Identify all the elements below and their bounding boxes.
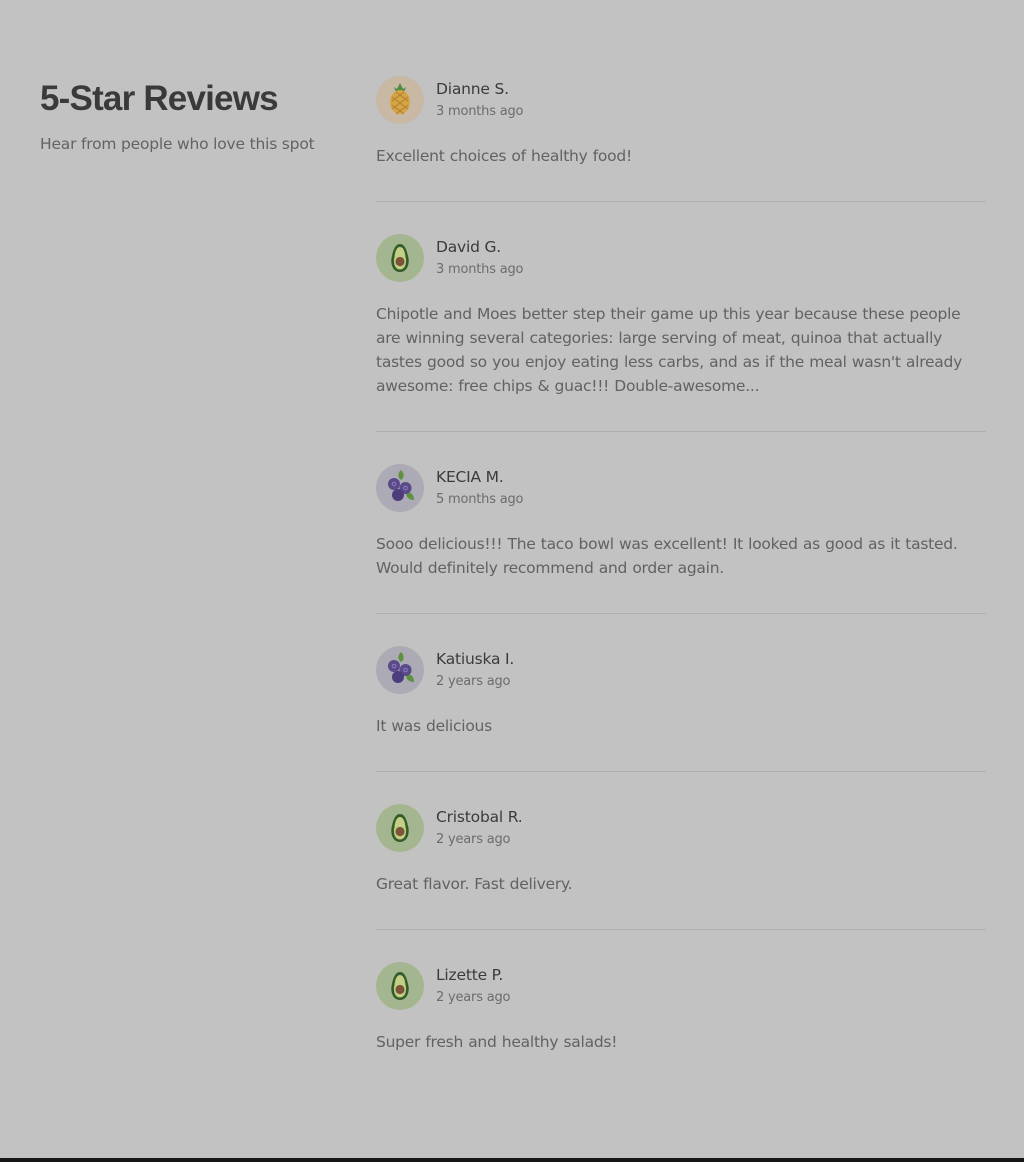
reviews-page: 5-Star Reviews Hear from people who love… <box>0 0 1024 1158</box>
review-text: Great flavor. Fast delivery. <box>376 875 573 893</box>
review-date: 2 years ago <box>436 990 511 1005</box>
review-item: David G. 3 months ago Chipotle and Moes … <box>376 234 986 432</box>
avocado-icon <box>376 234 424 282</box>
review-date: 2 years ago <box>436 832 511 847</box>
review-text: It was delicious <box>376 717 492 735</box>
section-title: 5-Star Reviews <box>40 79 279 118</box>
reviewer-name: Dianne S. <box>436 80 509 98</box>
review-text: Super fresh and healthy salads! <box>376 1033 618 1051</box>
bottom-edge-bar <box>0 1158 1024 1162</box>
review-item: KECIA M. 5 months ago Sooo delicious!!! … <box>376 464 986 614</box>
reviewer-name: KECIA M. <box>436 468 504 486</box>
reviewer-name: Cristobal R. <box>436 808 523 826</box>
reviewer-name: Lizette P. <box>436 966 504 984</box>
review-item: Lizette P. 2 years ago Super fresh and h… <box>376 962 986 1087</box>
review-date: 5 months ago <box>436 492 524 507</box>
reviews-intro: 5-Star Reviews Hear from people who love… <box>40 78 340 153</box>
avocado-icon <box>376 804 424 852</box>
reviews-list: Dianne S. 3 months ago Excellent choices… <box>376 76 986 1087</box>
review-item: Dianne S. 3 months ago Excellent choices… <box>376 76 986 202</box>
blueberry-icon <box>376 464 424 512</box>
blueberry-icon <box>376 646 424 694</box>
avocado-icon <box>376 962 424 1010</box>
pineapple-icon <box>376 76 424 124</box>
review-text: Excellent choices of healthy food! <box>376 147 632 165</box>
reviewer-name: David G. <box>436 238 502 256</box>
review-text: Chipotle and Moes better step their game… <box>376 305 963 395</box>
review-date: 2 years ago <box>436 674 511 689</box>
section-subtitle: Hear from people who love this spot <box>40 135 315 153</box>
reviewer-name: Katiuska I. <box>436 650 515 668</box>
review-date: 3 months ago <box>436 104 524 119</box>
review-date: 3 months ago <box>436 262 524 277</box>
review-text: Sooo delicious!!! The taco bowl was exce… <box>376 535 958 577</box>
review-item: Katiuska I. 2 years ago It was delicious <box>376 646 986 772</box>
review-item: Cristobal R. 2 years ago Great flavor. F… <box>376 804 986 930</box>
